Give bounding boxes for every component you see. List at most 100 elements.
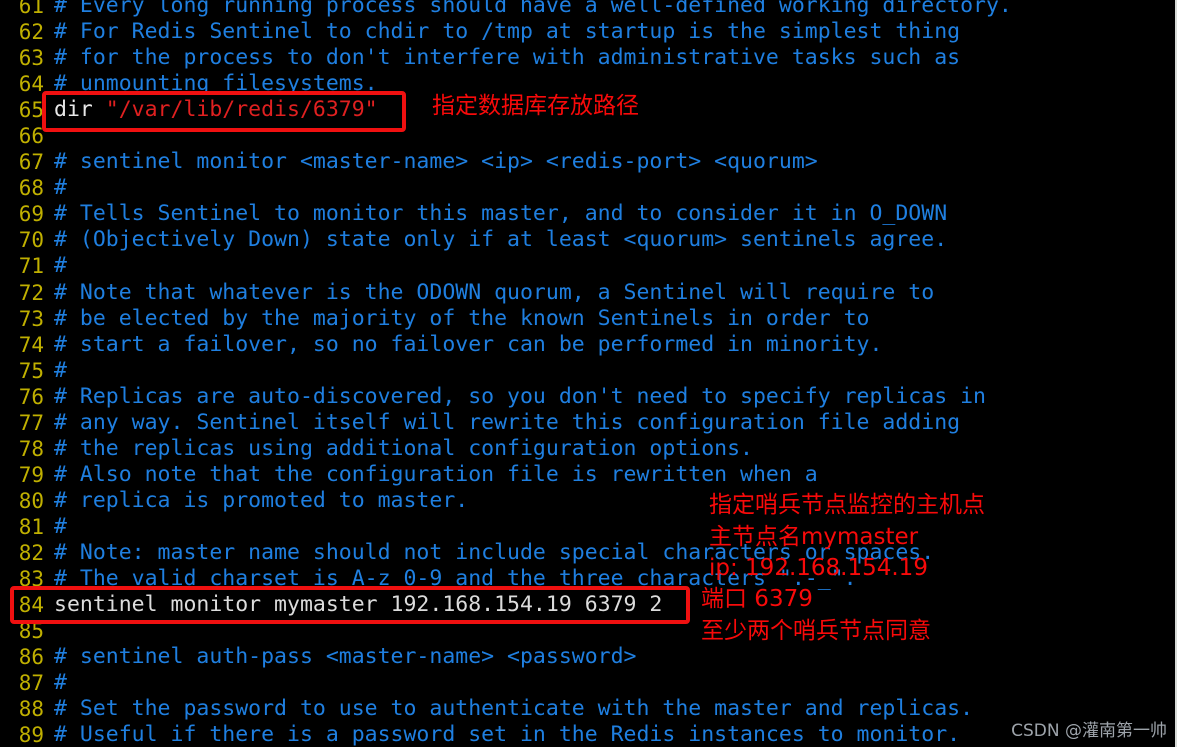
code-token: # [54,253,67,279]
line-content[interactable]: # [44,670,67,696]
line-number: 88 [18,697,44,722]
line-number: 79 [18,462,44,487]
line-content[interactable]: # [44,253,67,279]
line-content[interactable]: # sentinel monitor <master-name> <ip> <r… [44,149,818,175]
code-line[interactable]: 77 # any way. Sentinel itself will rewrit… [0,410,1175,436]
code-token: # [54,357,67,383]
line-number: 80 [18,488,44,513]
code-token: "/var/lib/redis/6379" [105,97,378,123]
line-number: 85 [18,619,44,644]
annotation-master-name: 主节点名mymaster [709,524,919,550]
code-line[interactable]: 74 # start a failover, so no failover can… [0,332,1175,358]
code-token: # Replicas are auto-discovered, so you d… [54,383,986,409]
line-number: 76 [18,384,44,409]
code-line[interactable]: 70 # (Objectively Down) state only if at … [0,227,1175,253]
line-content[interactable]: # [44,358,67,384]
code-line[interactable]: 63 # for the process to don't interfere w… [0,45,1175,71]
line-content[interactable]: # unmounting filesystems. [44,71,378,97]
code-line[interactable]: 61 # Every long running process should ha… [0,0,1175,19]
code-line[interactable]: 72 # Note that whatever is the ODOWN quor… [0,280,1175,306]
code-token: # Useful if there is a password set in t… [54,722,961,747]
code-line[interactable]: 62 # For Redis Sentinel to chdir to /tmp … [0,19,1175,45]
code-token: # the replicas using additional configur… [54,435,753,461]
annotation-quorum: 至少两个哨兵节点同意 [701,618,931,644]
code-token: # Also note that the configuration file … [54,461,818,487]
code-token: # sentinel auth-pass <master-name> <pass… [54,644,637,670]
code-line[interactable]: 83 # The valid charset is A-z 0-9 and the… [0,566,1175,592]
code-line[interactable]: 67 # sentinel monitor <master-name> <ip> … [0,149,1175,175]
code-token: # (Objectively Down) state only if at le… [54,227,948,253]
line-content[interactable]: # Tells Sentinel to monitor this master,… [44,201,947,227]
code-line[interactable]: 89 # Useful if there is a password set in… [0,722,1175,747]
code-line[interactable]: 75 # [0,358,1175,384]
code-line[interactable]: 80 # replica is promoted to master. [0,488,1175,514]
line-content[interactable]: # Note that whatever is the ODOWN quorum… [44,280,934,306]
line-content[interactable]: # [44,175,67,201]
line-content[interactable]: sentinel monitor mymaster 192.168.154.19… [44,592,662,618]
line-content[interactable]: # be elected by the majority of the know… [44,306,869,332]
code-token: # For Redis Sentinel to chdir to /tmp at… [54,19,961,45]
line-content[interactable]: # For Redis Sentinel to chdir to /tmp at… [44,19,960,45]
code-token: # [54,670,67,696]
code-line[interactable]: 79 # Also note that the configuration fil… [0,462,1175,488]
line-content[interactable]: # Replicas are auto-discovered, so you d… [44,384,986,410]
code-line[interactable]: 84 sentinel monitor mymaster 192.168.154.… [0,592,1175,618]
code-line[interactable]: 85 [0,618,1175,644]
code-token: # Every long running process should have… [54,0,1012,18]
line-number: 65 [18,98,44,123]
terminal-editor-screen: 61 # Every long running process should ha… [0,0,1177,747]
code-token: sentinel monitor mymaster 192.168.154.19… [54,592,663,618]
line-number: 78 [18,436,44,461]
line-content[interactable]: # start a failover, so no failover can b… [44,332,882,358]
line-number: 71 [18,254,44,279]
line-number: 77 [18,410,44,435]
code-line[interactable]: 68 # [0,175,1175,201]
line-content[interactable]: dir "/var/lib/redis/6379" [44,97,378,123]
code-line[interactable]: 86 # sentinel auth-pass <master-name> <pa… [0,644,1175,670]
line-content[interactable]: # Every long running process should have… [44,0,1012,19]
line-content[interactable]: # (Objectively Down) state only if at le… [44,227,947,253]
line-number: 89 [18,723,44,747]
line-content[interactable]: # Useful if there is a password set in t… [44,722,960,747]
line-number: 73 [18,306,44,331]
code-token: # replica is promoted to master. [54,487,469,513]
code-token: dir [54,97,106,123]
line-number: 64 [18,72,44,97]
code-token: # any way. Sentinel itself will rewrite … [54,409,961,435]
code-line[interactable]: 71 # [0,253,1175,279]
line-number: 68 [18,176,44,201]
code-line[interactable]: 69 # Tells Sentinel to monitor this maste… [0,201,1175,227]
line-number: 70 [18,228,44,253]
line-number: 84 [18,593,44,618]
line-content[interactable]: # Set the password to use to authenticat… [44,696,973,722]
code-token: # Note that whatever is the ODOWN quorum… [54,279,935,305]
code-line[interactable]: 76 # Replicas are auto-discovered, so you… [0,384,1175,410]
code-token: # sentinel monitor <master-name> <ip> <r… [54,149,818,175]
code-line[interactable]: 88 # Set the password to use to authentic… [0,696,1175,722]
line-number: 69 [18,202,44,227]
code-line[interactable]: 66 [0,123,1175,149]
line-number: 62 [18,20,44,45]
code-token: # unmounting filesystems. [54,71,378,97]
code-line[interactable]: 82 # Note: master name should not include… [0,540,1175,566]
code-token: # for the process to don't interfere wit… [54,45,961,71]
line-content[interactable]: # for the process to don't interfere wit… [44,45,960,71]
line-number: 63 [18,46,44,71]
code-line[interactable]: 81 # [0,514,1175,540]
annotation-monitor-master: 指定哨兵节点监控的主机点 [709,492,985,518]
annotation-dir-path: 指定数据库存放路径 [432,93,639,119]
line-content[interactable]: # sentinel auth-pass <master-name> <pass… [44,644,636,670]
line-content[interactable]: # Also note that the configuration file … [44,462,818,488]
code-line[interactable]: 87 # [0,670,1175,696]
code-token: # Set the password to use to authenticat… [54,696,974,722]
code-token: # be elected by the majority of the know… [54,305,870,331]
line-content[interactable]: # any way. Sentinel itself will rewrite … [44,410,960,436]
code-line[interactable]: 73 # be elected by the majority of the kn… [0,306,1175,332]
line-content[interactable]: # [44,514,67,540]
line-content[interactable]: # the replicas using additional configur… [44,436,753,462]
line-number: 74 [18,332,44,357]
line-number: 86 [18,645,44,670]
code-token: # [54,175,67,201]
line-content[interactable]: # replica is promoted to master. [44,488,468,514]
code-line[interactable]: 78 # the replicas using additional config… [0,436,1175,462]
